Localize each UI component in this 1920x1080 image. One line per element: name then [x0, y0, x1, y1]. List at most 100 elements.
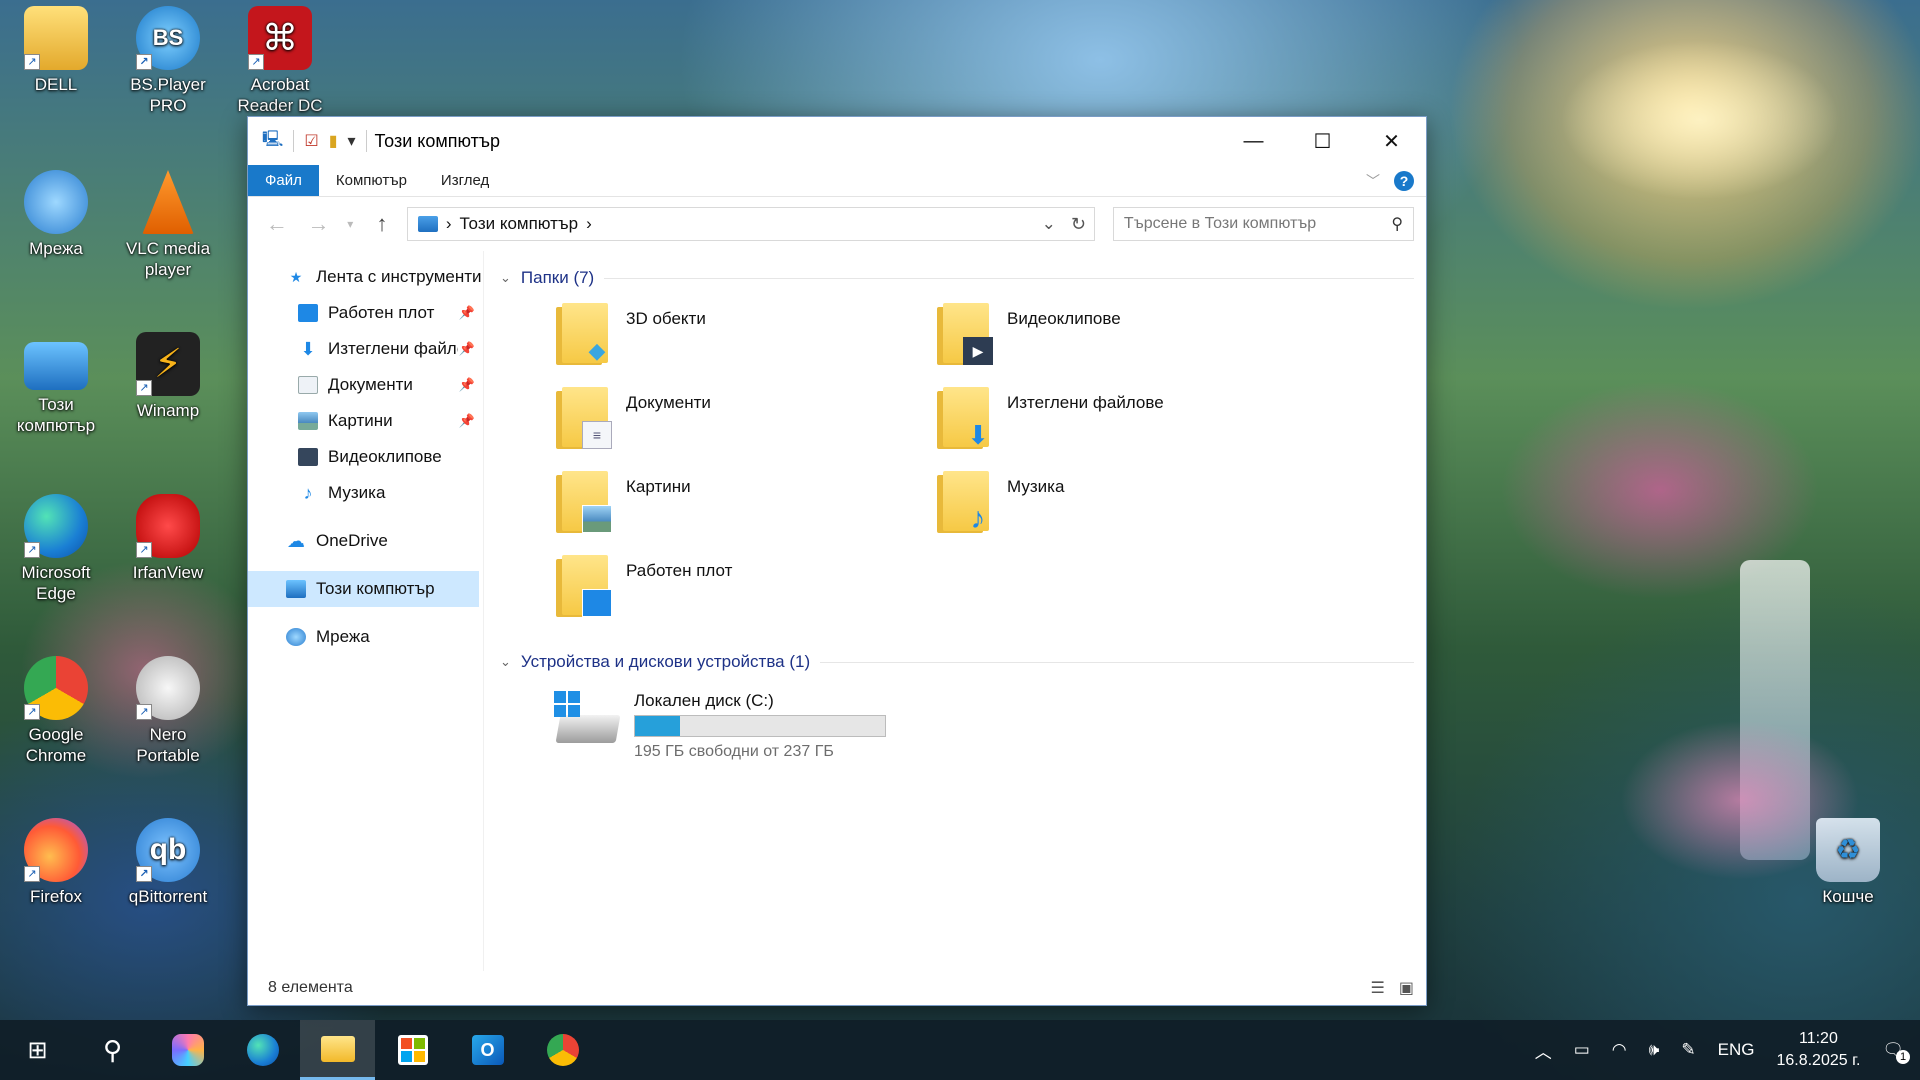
customize-toolbar-dropdown-icon[interactable]: ▾ — [348, 131, 356, 151]
new-folder-icon[interactable]: ▮ — [329, 131, 338, 151]
properties-check-icon[interactable]: ☑ — [304, 131, 318, 151]
pin-icon[interactable]: 📌 — [459, 305, 475, 321]
back-arrow-icon[interactable]: ← — [260, 211, 294, 237]
sidebar-item-music[interactable]: ♪ Музика — [248, 475, 483, 511]
folders-grid: ◆ 3D обекти ▶ Видеоклипове ≡ Документи ⬇… — [500, 301, 1414, 637]
search-input[interactable]: Търсене в Този компютър ⚲ — [1112, 207, 1415, 241]
expand-ribbon-chevron-icon[interactable]: ﹀ — [1366, 171, 1380, 191]
collapse-chevron-icon[interactable]: ⌄ — [500, 654, 511, 670]
sidebar-item-onedrive[interactable]: ☁ OneDrive — [248, 523, 483, 559]
desktop-icon-nero[interactable]: ↗ Nero Portable — [116, 656, 220, 766]
sidebar-item-network[interactable]: Мрежа — [248, 619, 483, 655]
folder-icon: ≡ — [554, 385, 612, 451]
notifications-icon[interactable]: 🗨 1 — [1882, 1040, 1910, 1064]
start-windows-icon[interactable]: ⊞ — [0, 1020, 75, 1080]
close-button[interactable]: ✕ — [1357, 117, 1426, 165]
pin-icon[interactable]: 📌 — [459, 377, 475, 393]
outlook-icon[interactable]: O — [450, 1020, 525, 1080]
desktop-icon-dell[interactable]: ↗ DELL — [4, 6, 108, 95]
desktop-icon-bsplayer[interactable]: BS ↗ BS.Player PRO — [116, 6, 220, 116]
pin-icon[interactable]: 📌 — [459, 341, 475, 357]
desktop-icon-firefox[interactable]: ↗ Firefox — [4, 818, 108, 907]
clock-date: 16.8.2025 г. — [1776, 1052, 1861, 1069]
network-globe-icon — [24, 170, 88, 234]
volume-icon[interactable]: 🕪 — [1649, 1040, 1660, 1060]
desktop-icon-this-pc[interactable]: Този компютър — [4, 332, 108, 436]
chrome-icon[interactable] — [525, 1020, 600, 1080]
sidebar-item-documents[interactable]: Документи 📌 — [248, 367, 483, 403]
battery-icon[interactable]: ▭ — [1574, 1040, 1590, 1060]
drive-free-space: 195 ГБ свободни от 237 ГБ — [634, 743, 834, 760]
search-icon[interactable]: ⚲ — [75, 1020, 150, 1080]
title-bar[interactable]: 🖳 ☑ ▮ ▾ Този компютър — ☐ ✕ — [248, 117, 1426, 165]
tab-view[interactable]: Изглед — [424, 165, 506, 196]
computer-icon — [286, 580, 306, 598]
sidebar-item-quick-access[interactable]: ★ Лента с инструменти — [248, 259, 483, 295]
pin-icon[interactable]: 📌 — [459, 413, 475, 429]
devices-group-header[interactable]: ⌄ Устройства и дискови устройства (1) — [500, 647, 1414, 677]
breadcrumb-this-pc[interactable]: Този компютър — [460, 214, 579, 234]
sidebar-item-this-pc[interactable]: Този компютър — [248, 571, 479, 607]
desktop-icon-qbittorrent[interactable]: qb ↗ qBittorrent — [116, 818, 220, 907]
drive-item-c[interactable]: Локален диск (C:) 195 ГБ свободни от 237… — [500, 691, 1414, 761]
wifi-icon[interactable]: ◠ — [1612, 1040, 1627, 1060]
folder-item-3d-objects[interactable]: ◆ 3D обекти — [554, 301, 935, 385]
picture-icon — [298, 412, 318, 430]
navigation-bar: ← → ▾ ↑ › Този компютър › ⌄ ↻ Търсене в … — [248, 197, 1426, 251]
desktop-icon-recycle-bin[interactable]: ♻ Кошче — [1796, 818, 1900, 907]
desktop-icon-chrome[interactable]: ↗ Google Chrome — [4, 656, 108, 766]
minimize-button[interactable]: — — [1219, 117, 1288, 165]
desktop-icon-edge[interactable]: ↗ Microsoft Edge — [4, 494, 108, 604]
copilot-icon[interactable] — [150, 1020, 225, 1080]
folder-item-pictures[interactable]: Картини — [554, 469, 935, 553]
file-explorer-icon[interactable] — [300, 1020, 375, 1080]
edge-icon[interactable] — [225, 1020, 300, 1080]
cube-icon: ◆ — [588, 338, 606, 363]
refresh-icon[interactable]: ↻ — [1071, 214, 1086, 235]
sidebar-item-desktop[interactable]: Работен плот 📌 — [248, 295, 483, 331]
desktop-icon — [298, 304, 318, 322]
help-icon[interactable]: ? — [1394, 171, 1414, 191]
breadcrumb-separator-icon[interactable]: › — [586, 214, 592, 234]
desktop-icon-acrobat[interactable]: ⌘ ↗ Acrobat Reader DC — [228, 6, 332, 116]
details-view-icon[interactable]: ☰ — [1371, 978, 1385, 998]
show-hidden-icons-chevron-icon[interactable]: ︿ — [1535, 1038, 1552, 1063]
sidebar-item-pictures[interactable]: Картини 📌 — [248, 403, 483, 439]
clock-time: 11:20 — [1799, 1030, 1838, 1047]
folders-group-header[interactable]: ⌄ Папки (7) — [500, 263, 1414, 293]
clock[interactable]: 11:20 16.8.2025 г. — [1776, 1028, 1860, 1072]
folder-item-desktop[interactable]: Работен плот — [554, 553, 935, 637]
language-indicator[interactable]: ENG — [1718, 1040, 1755, 1060]
divider — [820, 661, 1414, 663]
sidebar-item-downloads[interactable]: ⬇ Изтеглени файлове 📌 — [248, 331, 483, 367]
sidebar-item-videos[interactable]: Видеоклипове — [248, 439, 483, 475]
maximize-button[interactable]: ☐ — [1288, 117, 1357, 165]
desktop-icon-vlc[interactable]: VLC media player — [116, 170, 220, 280]
ribbon-tabs: Файл Компютър Изглед ﹀ ? — [248, 165, 1426, 197]
folder-item-videos[interactable]: ▶ Видеоклипове — [935, 301, 1316, 385]
file-explorer-window: 🖳 ☑ ▮ ▾ Този компютър — ☐ ✕ Файл Компютъ… — [247, 116, 1427, 1006]
address-bar[interactable]: › Този компютър › ⌄ ↻ — [406, 207, 1095, 241]
large-icons-view-icon[interactable]: ▣ — [1399, 978, 1414, 998]
desktop-icon-irfanview[interactable]: ↗ IrfanView — [116, 494, 220, 583]
taskbar: ⊞ ⚲ O ︿ ▭ ◠ 🕪 ✎ ENG 11:20 16.8.2025 г. 🗨… — [0, 1020, 1920, 1080]
pen-icon[interactable]: ✎ — [1681, 1040, 1695, 1060]
forward-arrow-icon[interactable]: → — [302, 211, 336, 237]
drive-usage-fill — [635, 716, 680, 736]
tab-computer[interactable]: Компютър — [319, 165, 424, 196]
folder-item-downloads[interactable]: ⬇ Изтеглени файлове — [935, 385, 1316, 469]
up-arrow-icon[interactable]: ↑ — [365, 211, 399, 237]
recent-locations-chevron-icon[interactable]: ▾ — [343, 217, 357, 231]
folder-icon: ♪ — [935, 469, 993, 535]
collapse-chevron-icon[interactable]: ⌄ — [500, 270, 511, 286]
desktop-icon-winamp[interactable]: ⚡ ↗ Winamp — [116, 332, 220, 421]
tab-file[interactable]: Файл — [248, 165, 319, 196]
recycle-bin-icon: ♻ — [1816, 818, 1880, 882]
address-dropdown-icon[interactable]: ⌄ — [1042, 214, 1056, 234]
folder-item-music[interactable]: ♪ Музика — [935, 469, 1316, 553]
microsoft-store-icon[interactable] — [375, 1020, 450, 1080]
breadcrumb-separator-icon[interactable]: › — [446, 214, 452, 234]
folder-item-documents[interactable]: ≡ Документи — [554, 385, 935, 469]
folder-icon — [554, 553, 612, 619]
desktop-icon-network[interactable]: Мрежа — [4, 170, 108, 259]
